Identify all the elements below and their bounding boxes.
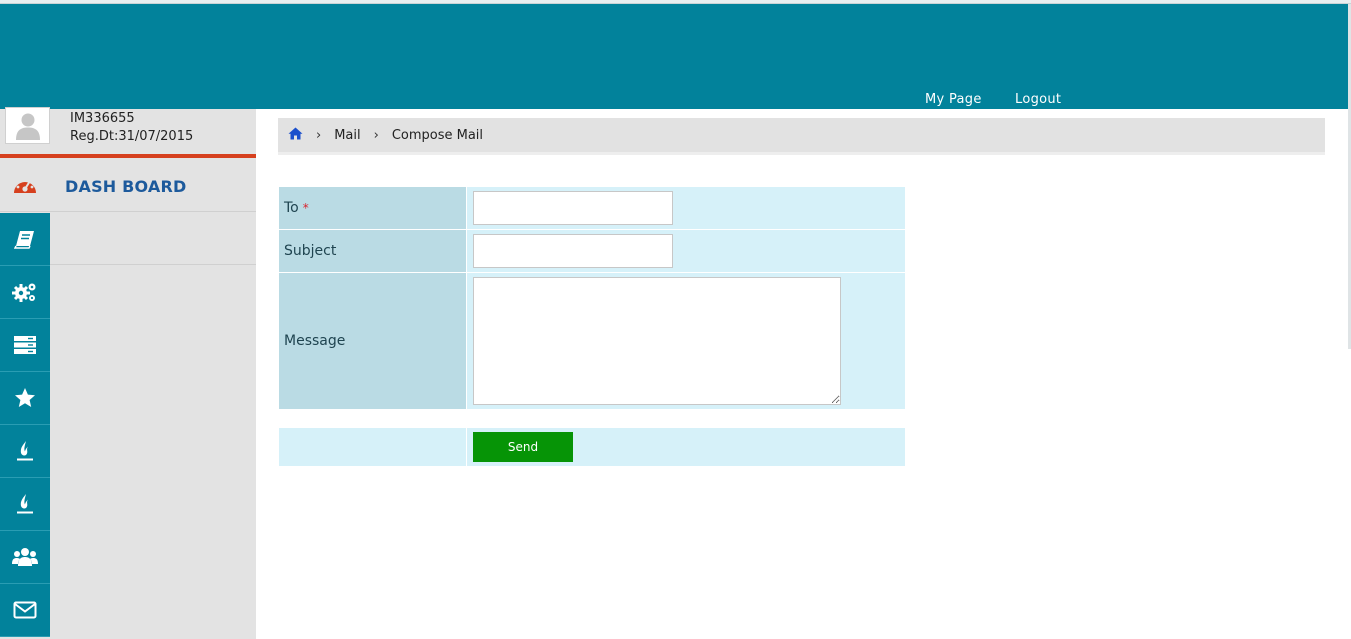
sidebar: IM336655 Reg.Dt:31/07/2015 DASH BOARD	[0, 107, 256, 639]
logout-link[interactable]: Logout	[1015, 92, 1062, 116]
logout-underline	[1015, 113, 1062, 116]
sidebar-item-server[interactable]	[0, 319, 50, 372]
message-textarea[interactable]	[473, 277, 841, 405]
breadcrumb-home[interactable]	[288, 127, 303, 144]
to-input[interactable]	[473, 191, 673, 225]
avatar	[5, 107, 50, 144]
cogs-icon	[12, 283, 36, 302]
breadcrumb-mail[interactable]: Mail	[334, 128, 360, 143]
to-row: To *	[279, 187, 905, 230]
breadcrumb: › Mail › Compose Mail	[278, 118, 1325, 155]
sidebar-row-divider	[50, 264, 256, 265]
sidebar-item-users[interactable]	[0, 531, 50, 584]
sidebar-item-settings[interactable]	[0, 266, 50, 319]
message-field-cell	[467, 273, 905, 409]
breadcrumb-compose-mail: Compose Mail	[391, 127, 484, 143]
sidebar-item-book[interactable]	[0, 213, 50, 266]
send-row: Send	[279, 428, 905, 466]
message-row: Message	[279, 273, 905, 409]
breadcrumb-separator: ›	[373, 127, 379, 143]
to-field-cell	[467, 187, 905, 229]
send-row-spacer	[279, 428, 467, 466]
sidebar-item-favorites[interactable]	[0, 372, 50, 425]
sidebar-item-fire-1[interactable]	[0, 425, 50, 478]
send-button-cell: Send	[467, 428, 905, 466]
compose-mail-form: To * Subject Message	[279, 187, 905, 409]
dashboard-menu-item[interactable]: DASH BOARD	[0, 158, 256, 212]
user-id: IM336655	[70, 111, 135, 126]
required-asterisk: *	[302, 201, 309, 215]
subject-input[interactable]	[473, 234, 673, 268]
sidebar-item-mail[interactable]	[0, 584, 50, 637]
subject-label-cell: Subject	[279, 230, 467, 272]
logout-label: Logout	[1015, 92, 1062, 107]
to-label-cell: To *	[279, 187, 467, 229]
sidebar-icon-column	[0, 213, 50, 637]
mail-icon	[13, 601, 37, 619]
users-icon	[12, 548, 38, 566]
profile-card: IM336655 Reg.Dt:31/07/2015	[0, 107, 256, 154]
subject-label: Subject	[284, 243, 337, 259]
server-icon	[14, 336, 36, 354]
subject-row: Subject	[279, 230, 905, 273]
subject-field-cell	[467, 230, 905, 272]
dashboard-label: DASH BOARD	[65, 177, 187, 196]
fire-icon	[17, 494, 33, 514]
top-header: My Page Logout	[0, 4, 1348, 116]
app-root: My Page Logout IM336655 Reg.Dt:31/07/201…	[0, 0, 1351, 639]
speedometer-icon	[12, 174, 38, 200]
book-icon	[14, 231, 34, 249]
user-silhouette-icon	[15, 113, 40, 140]
send-button[interactable]: Send	[473, 432, 573, 462]
message-label-cell: Message	[279, 273, 467, 409]
home-icon	[288, 127, 303, 139]
star-icon	[15, 388, 35, 407]
sidebar-item-fire-2[interactable]	[0, 478, 50, 531]
fire-icon	[17, 441, 33, 461]
my-page-label: My Page	[925, 92, 982, 107]
my-page-underline	[925, 113, 982, 116]
to-label: To	[284, 200, 299, 216]
breadcrumb-separator: ›	[316, 127, 322, 143]
my-page-link[interactable]: My Page	[925, 92, 982, 116]
message-label: Message	[284, 333, 346, 349]
registration-date: Reg.Dt:31/07/2015	[70, 129, 194, 144]
